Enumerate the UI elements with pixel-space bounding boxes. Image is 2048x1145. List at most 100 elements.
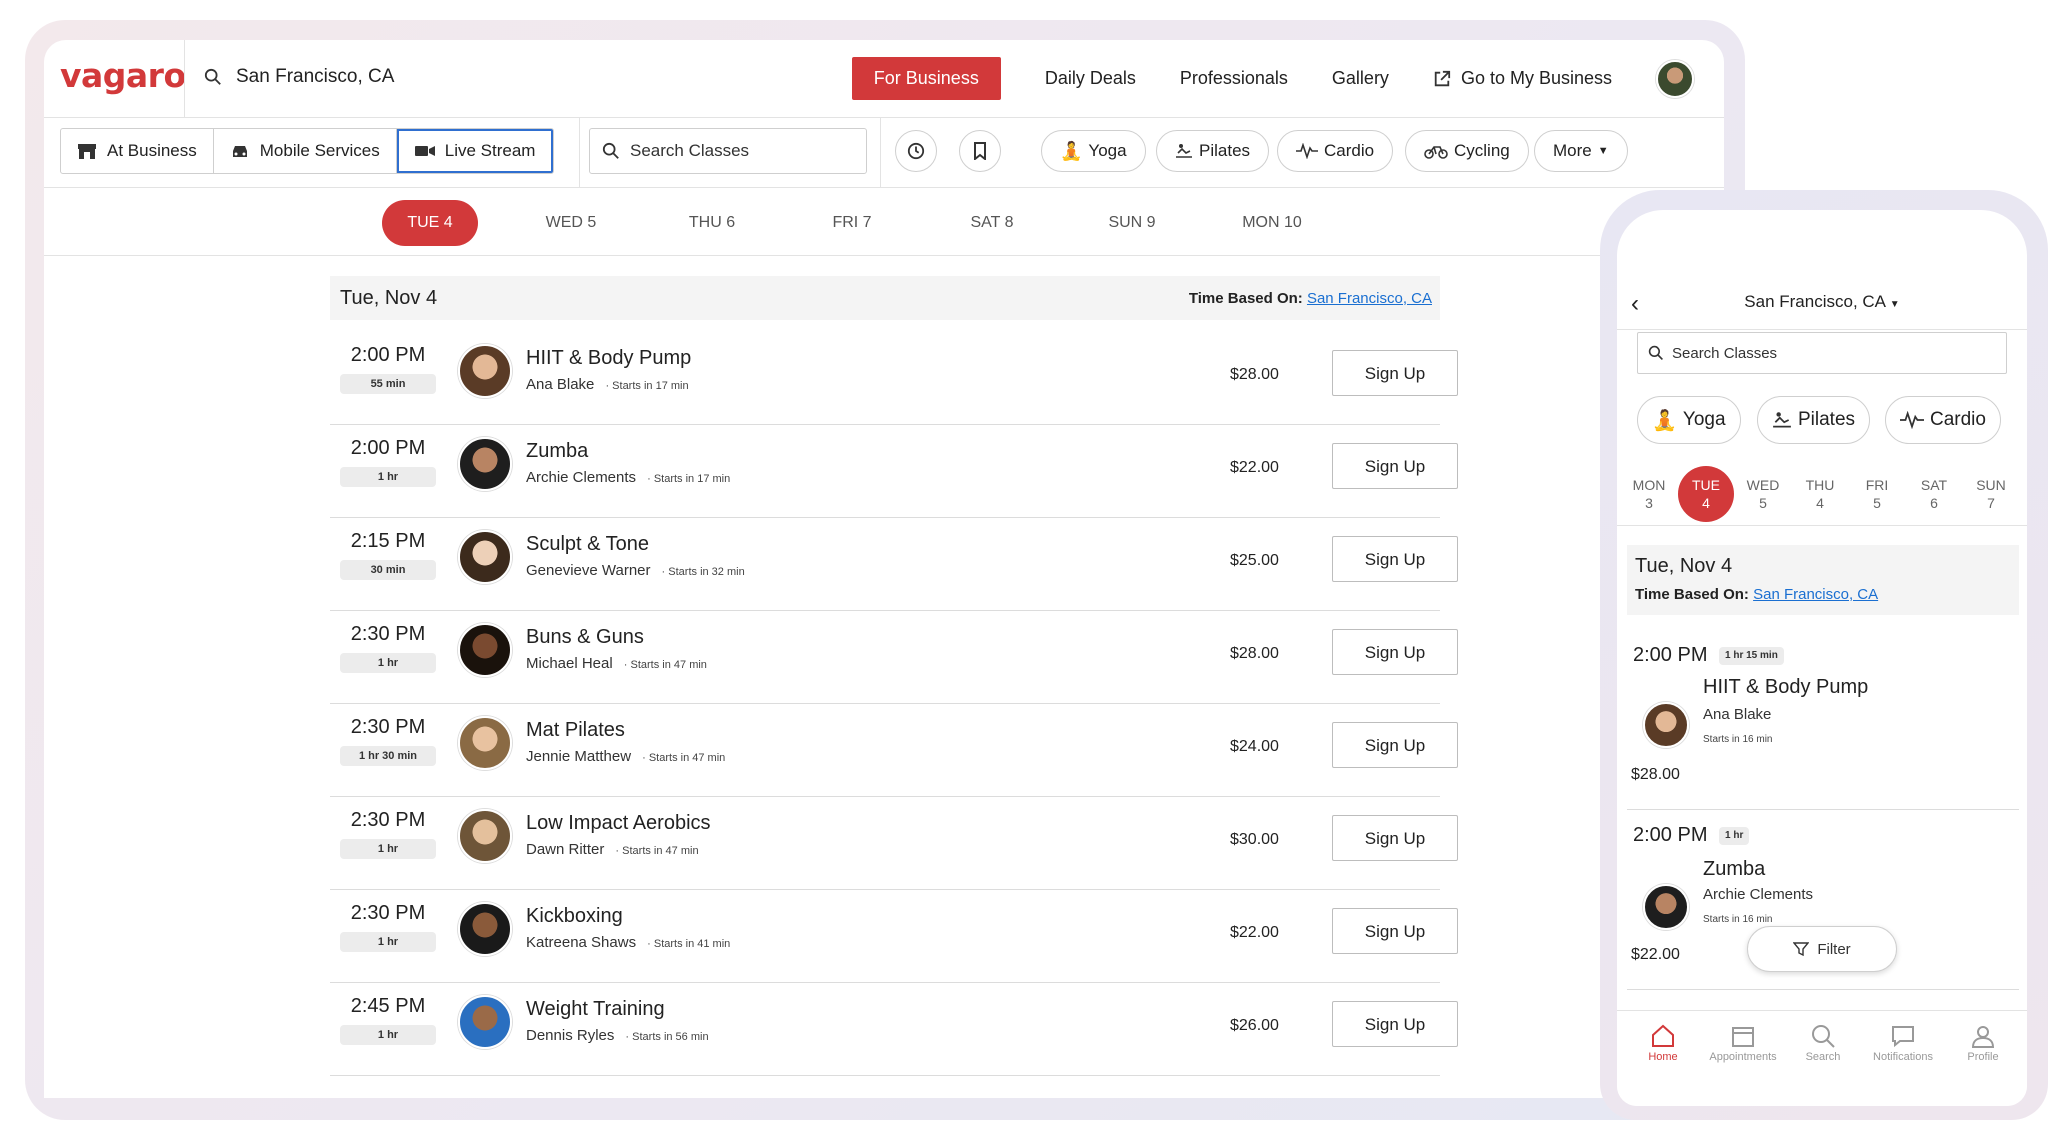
class-time: 2:30 PM: [350, 902, 426, 924]
mobile-chip-yoga[interactable]: 🧘 Yoga: [1637, 396, 1741, 444]
class-time: 2:00 PM: [1633, 824, 1708, 846]
instructor-avatar: [458, 995, 512, 1049]
tab-label: Notifications: [1873, 1051, 1933, 1063]
instructor-line: Dennis Ryles · Starts in 56 min: [526, 1027, 709, 1044]
search-icon: [204, 68, 221, 85]
calendar-icon: [1732, 1027, 1754, 1047]
day-of-week: SUN: [1976, 477, 2006, 493]
class-name[interactable]: Weight Training: [526, 998, 665, 1021]
day-tab[interactable]: MON 10: [1224, 200, 1320, 246]
class-name[interactable]: Sculpt & Tone: [526, 533, 649, 556]
class-row: 2:00 PM 1 hr Zumba Archie Clements · Sta…: [330, 425, 1458, 518]
tab-notifications[interactable]: Notifications: [1863, 1021, 1943, 1063]
class-name[interactable]: HIIT & Body Pump: [526, 347, 691, 370]
filter-button[interactable]: Filter: [1747, 926, 1897, 972]
class-name[interactable]: Zumba: [526, 440, 588, 463]
class-name[interactable]: Mat Pilates: [526, 719, 625, 742]
mobile-class-item[interactable]: 2:00 PM 1 hr 15 min HIIT & Body Pump Ana…: [1627, 630, 2019, 810]
tab-label: Appointments: [1709, 1051, 1777, 1063]
sign-up-button[interactable]: Sign Up: [1332, 536, 1458, 582]
chat-bubble-icon: [1892, 1026, 1914, 1048]
mobile-chip-cardio[interactable]: Cardio: [1885, 396, 2001, 444]
chip-label: Cardio: [1930, 409, 1986, 430]
mobile-day-tab[interactable]: WED 5: [1735, 466, 1791, 522]
starts-in: Starts in 41 min: [653, 938, 731, 950]
day-tab[interactable]: SAT 8: [944, 200, 1040, 246]
for-business-button[interactable]: For Business: [851, 57, 1001, 100]
starts-in: Starts in 16 min: [1703, 914, 1773, 925]
class-name[interactable]: Low Impact Aerobics: [526, 812, 711, 835]
mode-live-stream[interactable]: Live Stream: [396, 129, 554, 173]
sign-up-button[interactable]: Sign Up: [1332, 1001, 1458, 1047]
mobile-location-selector[interactable]: San Francisco, CA ▼: [1617, 292, 2027, 312]
class-duration: 1 hr 30 min: [340, 746, 436, 766]
gallery-link[interactable]: Gallery: [1332, 68, 1389, 89]
class-time: 2:00 PM: [350, 437, 426, 459]
vagaro-logo[interactable]: vagaro: [60, 56, 186, 95]
day-tab[interactable]: WED 5: [523, 200, 619, 246]
time-filter-button[interactable]: [895, 130, 937, 172]
instructor-line: Archie Clements · Starts in 17 min: [526, 469, 731, 486]
day-number: 4: [1816, 495, 1824, 511]
class-name[interactable]: Buns & Guns: [526, 626, 644, 649]
starts-in: Starts in 47 min: [630, 659, 707, 671]
instructor-name: Ana Blake: [1703, 706, 1772, 723]
sign-up-button[interactable]: Sign Up: [1332, 350, 1458, 396]
location-search[interactable]: San Francisco, CA: [204, 66, 394, 88]
sign-up-button[interactable]: Sign Up: [1332, 722, 1458, 768]
mobile-day-tab[interactable]: TUE 4: [1678, 466, 1734, 522]
category-chip-pilates[interactable]: Pilates: [1156, 130, 1270, 172]
category-chip-yoga[interactable]: 🧘 Yoga: [1041, 130, 1146, 172]
divider: [184, 40, 185, 118]
tab-home[interactable]: Home: [1623, 1021, 1703, 1063]
search-classes-input[interactable]: Search Classes: [589, 128, 867, 174]
professionals-link[interactable]: Professionals: [1180, 68, 1288, 89]
day-tab[interactable]: TUE 4: [382, 200, 478, 246]
time-based-location-link[interactable]: San Francisco, CA: [1307, 290, 1432, 307]
day-of-week: THU: [1805, 477, 1835, 493]
day-tab[interactable]: SUN 9: [1084, 200, 1180, 246]
mobile-chip-pilates[interactable]: Pilates: [1757, 396, 1871, 444]
more-categories-dropdown[interactable]: More ▼: [1534, 130, 1628, 172]
car-icon: [232, 146, 247, 157]
heartbeat-icon: [1296, 143, 1318, 159]
mobile-day-tab[interactable]: FRI 5: [1849, 466, 1905, 522]
search-icon: [1812, 1025, 1835, 1048]
mobile-search-classes-input[interactable]: Search Classes: [1637, 332, 2007, 374]
time-based-location-link[interactable]: San Francisco, CA: [1753, 586, 1878, 603]
class-name: HIIT & Body Pump: [1703, 676, 1869, 698]
class-time: 2:00 PM: [1633, 644, 1708, 666]
external-link-icon: [1434, 70, 1451, 86]
mobile-day-tab[interactable]: THU 4: [1792, 466, 1848, 522]
mobile-day-tab[interactable]: SAT 6: [1906, 466, 1962, 522]
mode-mobile-services[interactable]: Mobile Services: [214, 129, 397, 173]
instructor-avatar: [458, 902, 512, 956]
day-tab[interactable]: FRI 7: [804, 200, 900, 246]
go-to-my-business-label: Go to My Business: [1460, 68, 1612, 88]
mode-at-business[interactable]: At Business: [61, 129, 214, 173]
class-name[interactable]: Kickboxing: [526, 905, 623, 928]
instructor-line: Jennie Matthew · Starts in 47 min: [526, 748, 726, 765]
sign-up-button[interactable]: Sign Up: [1332, 815, 1458, 861]
user-avatar[interactable]: [1656, 59, 1694, 98]
sign-up-button[interactable]: Sign Up: [1332, 443, 1458, 489]
sign-up-button[interactable]: Sign Up: [1332, 629, 1458, 675]
chip-label: Cardio: [1324, 141, 1375, 160]
mobile-search-placeholder: Search Classes: [1672, 344, 1778, 362]
tab-appointments[interactable]: Appointments: [1703, 1021, 1783, 1063]
starts-in: Starts in 17 min: [653, 473, 731, 485]
category-chip-cycling[interactable]: Cycling: [1405, 130, 1529, 172]
starts-in: Starts in 47 min: [648, 752, 726, 764]
day-tab[interactable]: THU 6: [664, 200, 760, 246]
class-row: 2:30 PM 1 hr Buns & Guns Michael Heal · …: [330, 611, 1458, 704]
go-to-my-business-link[interactable]: Go to My Business: [1433, 68, 1612, 89]
mobile-day-tab[interactable]: MON 3: [1621, 466, 1677, 522]
sign-up-button[interactable]: Sign Up: [1332, 908, 1458, 954]
mobile-day-tab[interactable]: SUN 7: [1963, 466, 2019, 522]
bookmark-button[interactable]: [959, 130, 1001, 172]
daily-deals-link[interactable]: Daily Deals: [1045, 68, 1136, 89]
tab-profile[interactable]: Profile: [1943, 1021, 2023, 1063]
day-of-week: WED: [1746, 477, 1780, 493]
category-chip-cardio[interactable]: Cardio: [1277, 130, 1394, 172]
tab-search[interactable]: Search: [1783, 1021, 1863, 1063]
